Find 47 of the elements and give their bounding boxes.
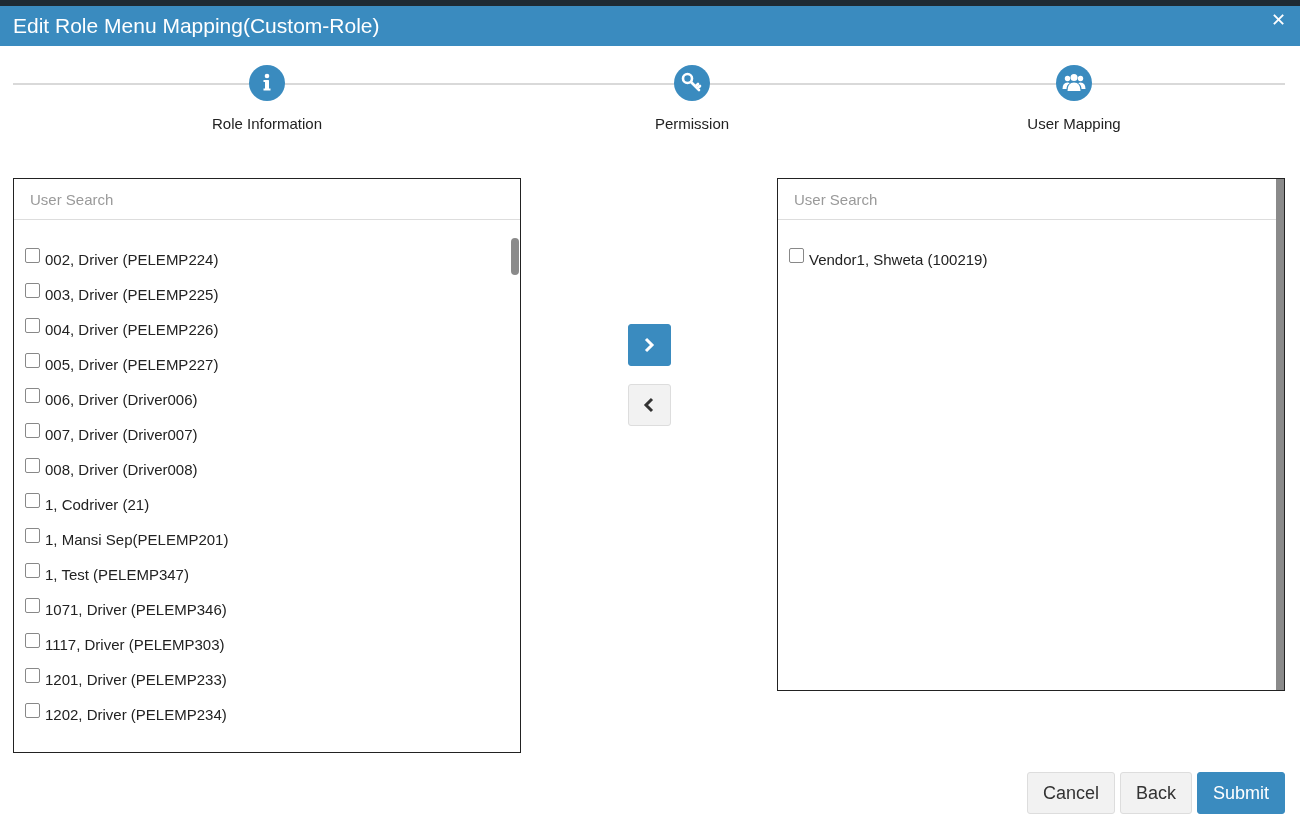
scrollbar[interactable] bbox=[1276, 179, 1284, 690]
step-label: Permission bbox=[654, 115, 730, 132]
checkbox[interactable] bbox=[789, 248, 804, 263]
step-label: User Mapping bbox=[1027, 115, 1121, 132]
user-name: 006, Driver (Driver006) bbox=[45, 390, 198, 410]
submit-button[interactable]: Submit bbox=[1196, 772, 1285, 814]
checkbox[interactable] bbox=[25, 493, 40, 508]
user-name: 004, Driver (PELEMP226) bbox=[45, 320, 219, 340]
checkbox[interactable] bbox=[25, 668, 40, 683]
checkbox[interactable] bbox=[25, 388, 40, 403]
chevron-right-icon bbox=[642, 337, 656, 353]
checkbox[interactable] bbox=[25, 703, 40, 718]
user-name: 003, Driver (PELEMP225) bbox=[45, 285, 219, 305]
user-name: 1201, Driver (PELEMP233) bbox=[45, 670, 227, 690]
checkbox[interactable] bbox=[25, 318, 40, 333]
checkbox[interactable] bbox=[25, 283, 40, 298]
dialog-title: Edit Role Menu Mapping(Custom-Role) bbox=[13, 14, 380, 38]
dialog-button[interactable]: Cancel bbox=[1026, 772, 1115, 814]
user-name: 1, Codriver (21) bbox=[45, 495, 150, 515]
move-right-button[interactable] bbox=[627, 324, 671, 366]
checkbox[interactable] bbox=[25, 353, 40, 368]
user-name: 1, Mansi Sep(PELEMP201) bbox=[45, 530, 229, 550]
chevron-left-icon bbox=[642, 397, 656, 413]
key-icon[interactable] bbox=[674, 65, 710, 101]
checkbox[interactable] bbox=[25, 598, 40, 613]
user-name: Vendor1, Shweta (100219) bbox=[809, 250, 988, 270]
user-name: 1202, Driver (PELEMP234) bbox=[45, 705, 227, 725]
close-button[interactable]: ✕ bbox=[1270, 8, 1286, 30]
dialog-button[interactable]: Back bbox=[1119, 772, 1192, 814]
scrollbar-thumb[interactable] bbox=[511, 238, 519, 275]
info-icon[interactable] bbox=[249, 65, 285, 101]
step-label: Role Information bbox=[211, 115, 323, 132]
move-left-button[interactable] bbox=[627, 384, 671, 426]
user-name: 1117, Driver (PELEMP303) bbox=[45, 635, 225, 655]
user-name: 1071, Driver (PELEMP346) bbox=[45, 600, 227, 620]
checkbox[interactable] bbox=[25, 528, 40, 543]
user-name: 007, Driver (Driver007) bbox=[45, 425, 198, 445]
user-name: 008, Driver (Driver008) bbox=[45, 460, 198, 480]
checkbox[interactable] bbox=[25, 458, 40, 473]
checkbox[interactable] bbox=[25, 563, 40, 578]
user-name: 002, Driver (PELEMP224) bbox=[45, 250, 219, 270]
checkbox[interactable] bbox=[25, 633, 40, 648]
checkbox[interactable] bbox=[25, 423, 40, 438]
user-name: 1, Test (PELEMP347) bbox=[45, 565, 189, 585]
users-icon[interactable] bbox=[1056, 65, 1092, 101]
checkbox[interactable] bbox=[25, 248, 40, 263]
user-name: 005, Driver (PELEMP227) bbox=[45, 355, 219, 375]
